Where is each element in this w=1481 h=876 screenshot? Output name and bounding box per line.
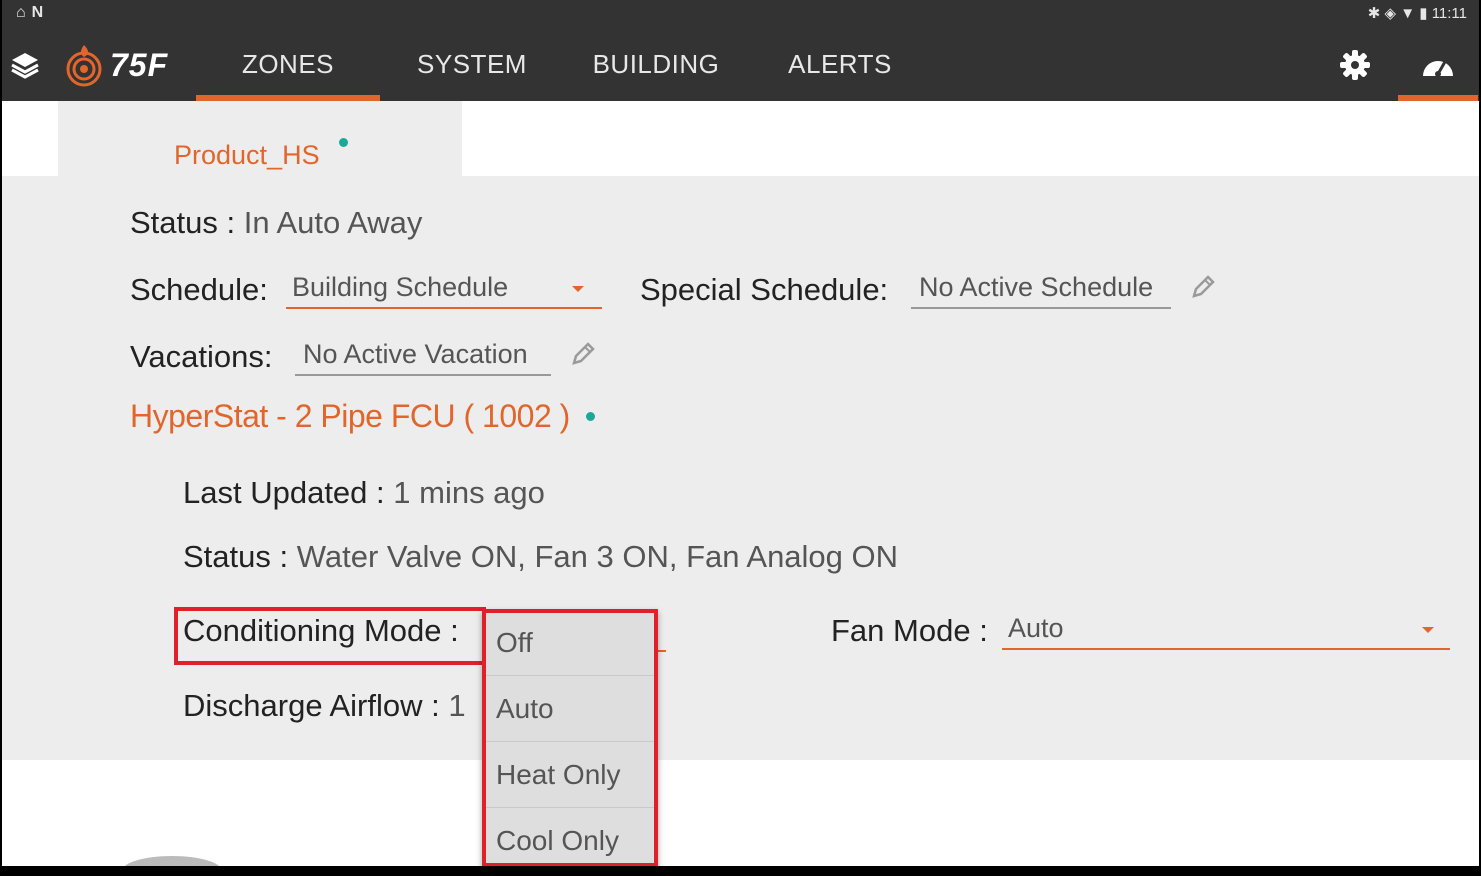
vibrate-icon: ◈ [1384,5,1397,22]
equipment-status-value: Water Valve ON, Fan 3 ON, Fan Analog ON [296,539,899,574]
home-outline-icon: ⌂ [16,4,32,21]
tab-zones[interactable]: ZONES [196,28,380,101]
discharge-airflow-value: 1 [448,688,466,723]
schedule-value: Building Schedule [292,272,509,302]
settings-gear-icon[interactable] [1338,48,1372,82]
zone-details-panel [2,176,1479,760]
chevron-down-icon [1422,627,1434,633]
clock-time: 11:11 [1431,5,1467,22]
equipment-status-label: Status : [183,539,289,574]
status-left-icons: ⌂N [16,4,49,22]
dashboard-tab[interactable] [1398,28,1478,101]
last-updated-row: Last Updated : 1 mins ago [183,475,545,511]
dashboard-gauge-icon [1423,59,1453,77]
equipment-online-dot [586,412,595,421]
fan-mode-dropdown[interactable]: Auto [1002,613,1450,650]
bluetooth-icon: ✱ [1367,5,1381,22]
discharge-airflow-label: Discharge Airflow : [183,688,440,723]
edit-vacation-pencil-icon[interactable] [568,339,598,369]
zone-name[interactable]: Product_HS [174,140,320,171]
brand-name: 75F [110,46,169,83]
conditioning-options-highlight [482,609,658,866]
fan-mode-value: Auto [1008,613,1064,643]
vacations-field[interactable]: No Active Vacation [295,339,551,376]
special-schedule-value: No Active Schedule [919,272,1154,302]
zone-online-dot [339,138,348,147]
tab-building[interactable]: BUILDING [564,28,748,101]
vacations-label: Vacations: [130,339,273,374]
tab-label: ALERTS [788,49,892,79]
bottom-dial-partial [122,856,222,866]
tab-system[interactable]: SYSTEM [380,28,564,101]
fan-mode-label: Fan Mode : [831,613,988,648]
wifi-icon: ▼ [1400,5,1416,22]
status-right-icons: ✱ ◈ ▼ ▮ 11:11 [1368,4,1467,22]
flame-logo-icon [66,45,102,87]
last-updated-value: 1 mins ago [393,475,545,510]
app-screen: ⌂N ✱ ◈ ▼ ▮ 11:11 75F ZONES SYSTEM BUILDI… [2,0,1479,866]
layers-icon[interactable] [10,50,40,80]
battery-icon: ▮ [1419,5,1428,22]
last-updated-label: Last Updated : [183,475,385,510]
system-status-bar: ⌂N ✱ ◈ ▼ ▮ 11:11 [2,0,1479,28]
zone-status-value: In Auto Away [243,205,423,240]
brand-logo: 75F [64,42,168,88]
tab-label: BUILDING [592,49,720,79]
tab-label: ZONES [241,49,335,79]
schedule-label: Schedule: [130,272,268,307]
n-icon: N [31,4,50,21]
zone-status-label: Status : [130,205,236,240]
equipment-title: HyperStat - 2 Pipe FCU ( 1002 ) [130,398,570,434]
tab-label: SYSTEM [417,49,527,79]
schedule-dropdown[interactable]: Building Schedule [286,272,602,309]
equipment-status-row: Status : Water Valve ON, Fan 3 ON, Fan A… [183,539,898,575]
discharge-airflow-row: Discharge Airflow : 1 [183,688,466,724]
special-schedule-field[interactable]: No Active Schedule [911,272,1171,309]
chevron-down-icon [572,286,584,292]
edit-special-schedule-pencil-icon[interactable] [1188,272,1218,302]
vacations-value: No Active Vacation [303,339,528,369]
special-schedule-label: Special Schedule: [640,272,889,307]
tab-alerts[interactable]: ALERTS [748,28,932,101]
top-navigation-bar: 75F ZONES SYSTEM BUILDING ALERTS [2,28,1479,101]
zone-status-row: Status : In Auto Away [130,205,422,241]
conditioning-mode-label-highlight [174,607,486,665]
